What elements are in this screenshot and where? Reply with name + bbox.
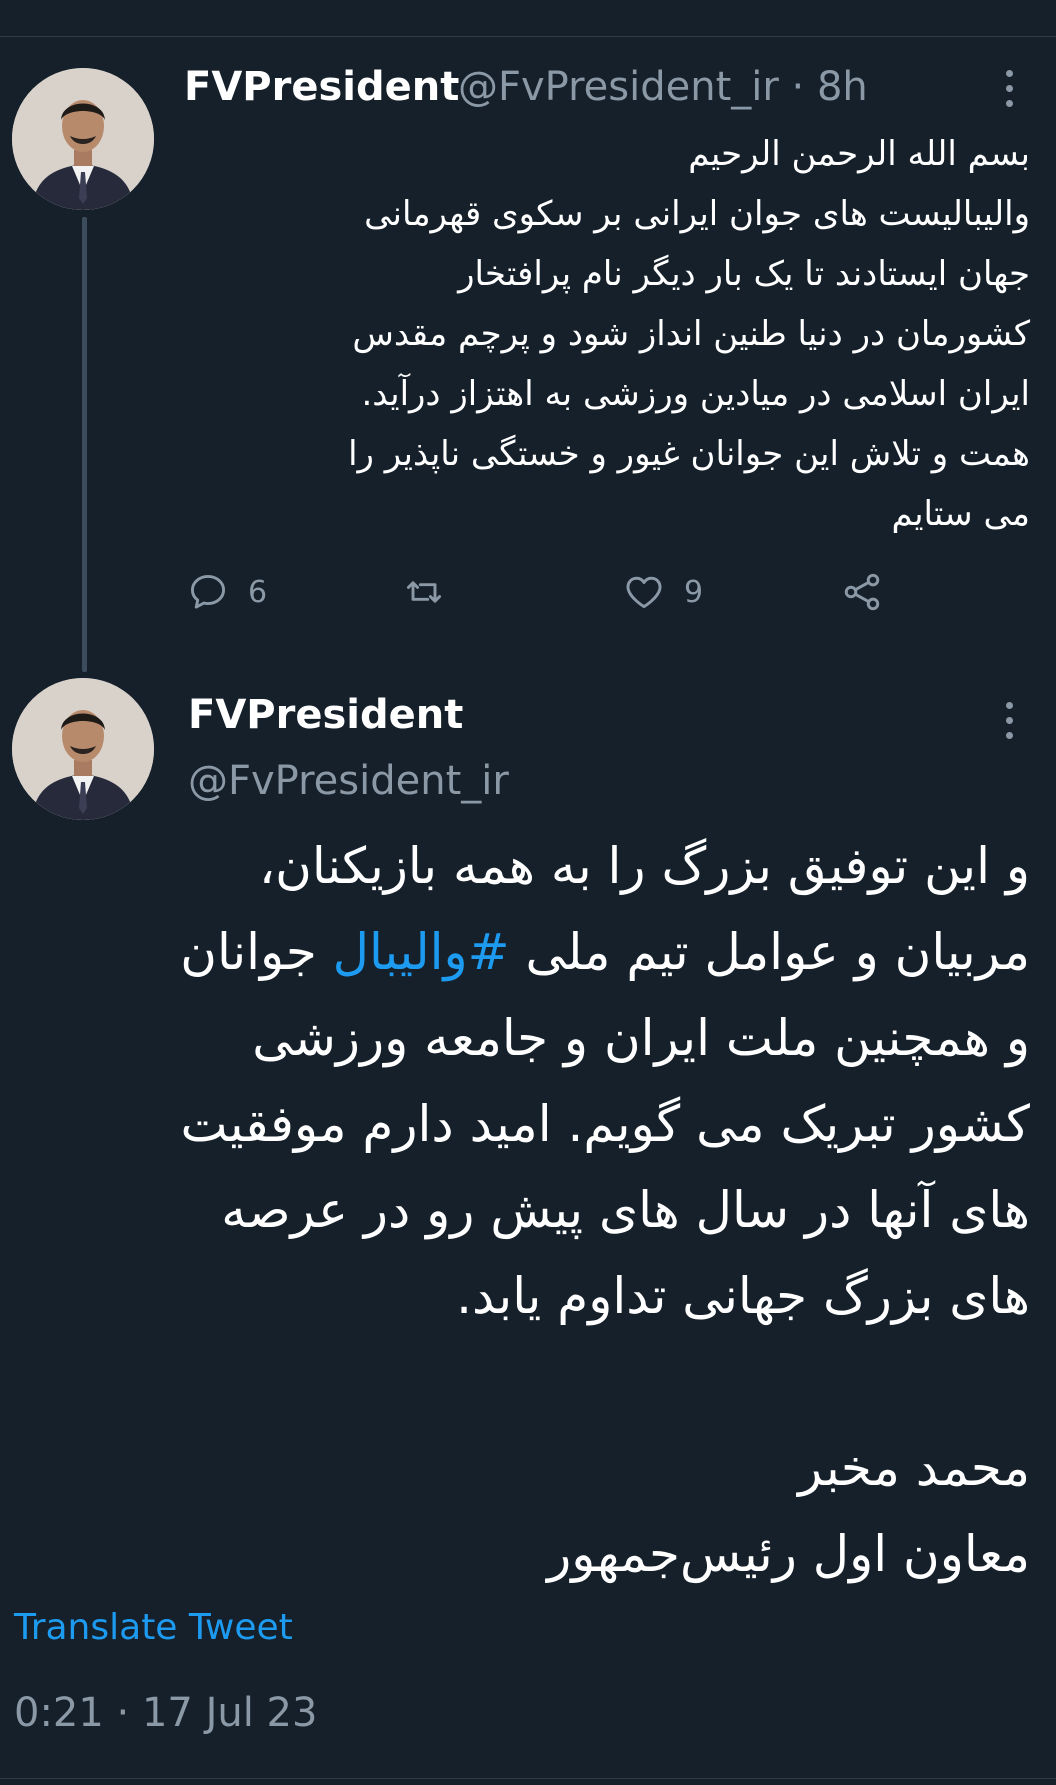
share-button[interactable] [840, 570, 884, 614]
retweet-icon [406, 581, 442, 603]
handle[interactable]: @FvPresident_ir [188, 758, 509, 804]
translate-tweet-link[interactable]: Translate Tweet [14, 1607, 293, 1648]
tweet-meta[interactable]: @FvPresident_ir · 8h [458, 64, 868, 110]
top-divider [0, 36, 1056, 37]
tweet-time: 8h [816, 64, 868, 110]
tweet-text: بسم الله الرحمن الرحیم والیبالیست های جو… [348, 134, 1030, 534]
signature-name: محمد مخبر [798, 1439, 1030, 1497]
reply-icon [190, 574, 226, 609]
meta-separator: · [791, 64, 805, 110]
bottom-divider [0, 1778, 1056, 1779]
tweet-text: و این توفیق بزرگ را به همه بازیکنان، مرب… [30, 823, 1030, 1597]
thread-connector [82, 217, 87, 672]
retweet-button[interactable] [402, 570, 446, 614]
display-name[interactable]: FVPresident [188, 692, 463, 738]
avatar[interactable] [12, 678, 154, 820]
handle: @FvPresident_ir [458, 64, 779, 110]
reply-button[interactable]: 6 [186, 570, 267, 614]
share-icon [844, 573, 880, 611]
more-icon[interactable] [1004, 70, 1014, 114]
more-icon[interactable] [1004, 702, 1014, 746]
display-name[interactable]: FVPresident [184, 64, 459, 110]
profile-photo [12, 68, 154, 210]
like-icon [626, 576, 662, 609]
reply-count: 6 [248, 574, 268, 610]
signature-title: معاون اول رئیس‌جمهور [547, 1525, 1030, 1583]
tweet-timestamp[interactable]: 0:21 · 17 Jul 23 [14, 1690, 317, 1736]
avatar[interactable] [12, 68, 154, 210]
like-button[interactable]: 9 [622, 570, 703, 614]
profile-photo [12, 678, 154, 820]
like-count: 9 [684, 574, 704, 610]
hashtag-link[interactable]: #والیبال [333, 923, 510, 981]
